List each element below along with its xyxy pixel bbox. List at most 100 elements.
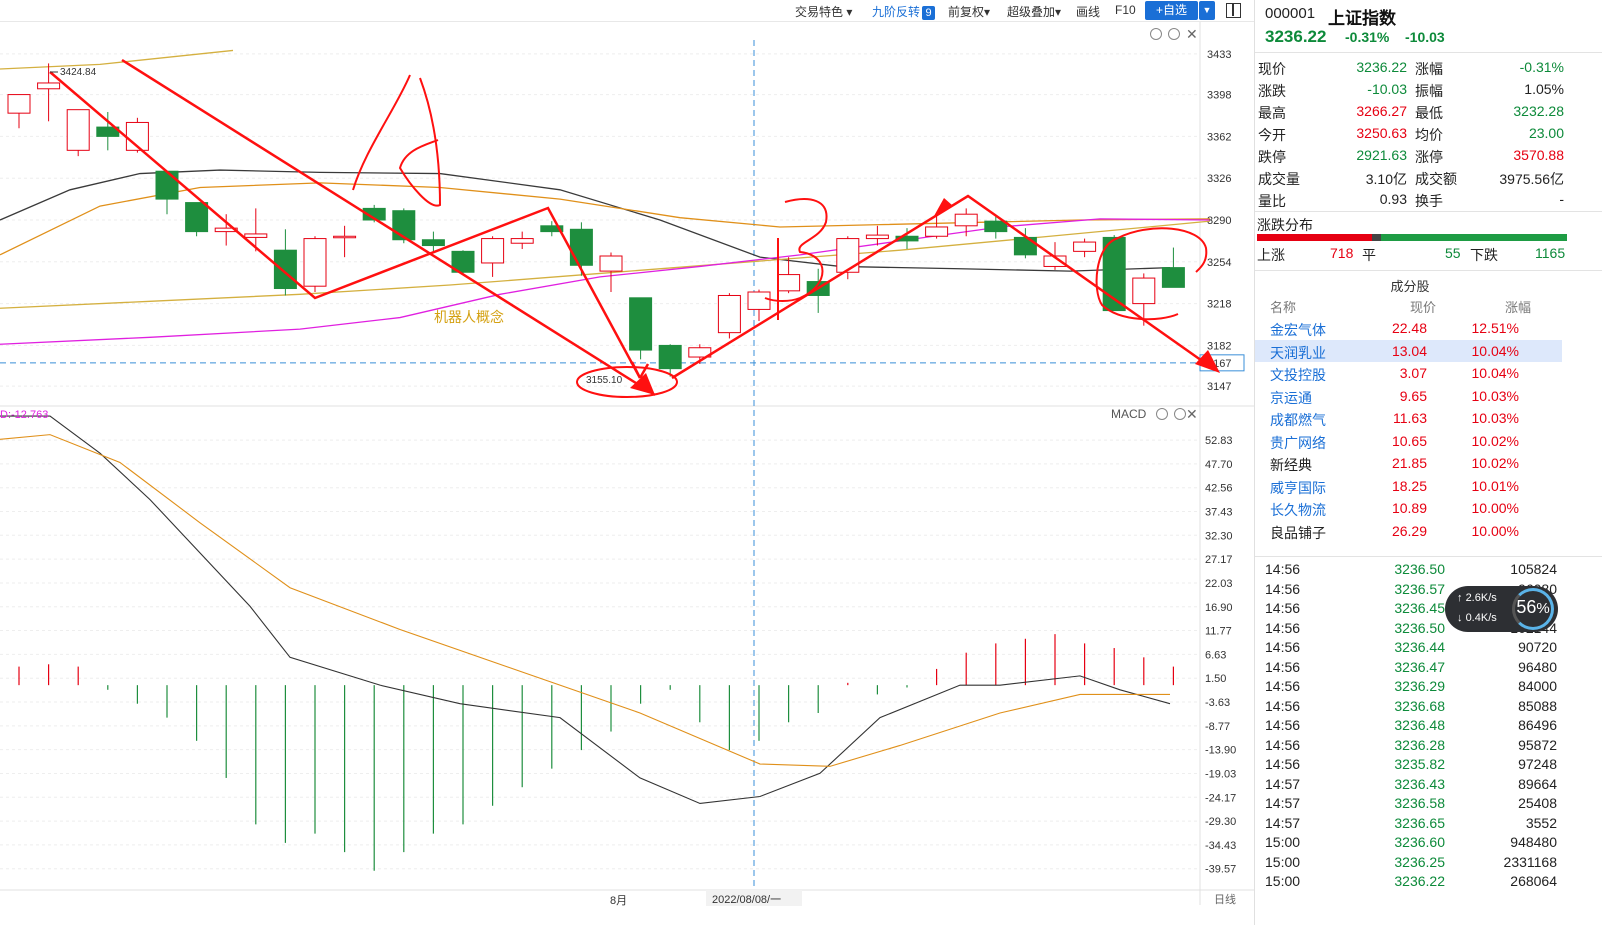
tick-price: 3236.60	[1394, 834, 1445, 850]
constituent-pct: 10.00%	[1471, 522, 1519, 539]
divider	[1255, 211, 1602, 212]
constituent-name: 威亨国际	[1270, 479, 1326, 496]
tick-row: 14:56 3236.29 84000	[1255, 677, 1565, 696]
constituent-row[interactable]: 长久物流 10.89 10.00%	[1255, 497, 1562, 519]
tick-volume: 86496	[1518, 717, 1557, 733]
macd-dif-line	[0, 415, 1171, 805]
constituent-row[interactable]: 新经典 21.85 10.02%	[1255, 452, 1562, 474]
macd-tick-label: 52.83	[1205, 435, 1233, 447]
low-label: 3155.10	[586, 375, 623, 386]
candle-body	[37, 82, 61, 90]
tick-time: 15:00	[1265, 873, 1301, 889]
macd-tick-label: 42.56	[1205, 483, 1233, 495]
dist-title: 涨跌分布	[1257, 217, 1313, 233]
download-speed-value: 0.4K/s	[1465, 612, 1497, 624]
ma-line	[0, 49, 234, 70]
tick-time: 14:56	[1265, 639, 1301, 655]
stat-label: 均价	[1415, 127, 1443, 143]
up-count: 718	[1330, 245, 1354, 261]
tick-volume: 90720	[1518, 639, 1557, 655]
tick-price: 3236.50	[1394, 561, 1445, 577]
stat-label: 涨停	[1415, 149, 1443, 165]
stat-value: 23.00	[1528, 125, 1564, 141]
tick-volume: 84000	[1518, 678, 1557, 694]
macd-tick-label: 6.63	[1205, 649, 1226, 661]
candle-body	[836, 238, 860, 273]
constituent-price: 26.29	[1391, 522, 1427, 539]
constituent-price: 13.04	[1391, 342, 1427, 359]
constituent-row[interactable]: 贵广网络 10.65 10.02%	[1255, 430, 1562, 452]
constituent-name: 成都燃气	[1270, 412, 1326, 428]
tick-time: 15:00	[1265, 853, 1301, 870]
macd-tick-label: -29.30	[1205, 816, 1236, 828]
flat-label: 平	[1362, 247, 1376, 263]
tick-price: 3236.57	[1394, 580, 1445, 597]
stat-label: 跌停	[1258, 149, 1286, 165]
constituent-row[interactable]: 金宏气体 22.48 12.51%	[1255, 317, 1562, 339]
candle-body	[925, 226, 949, 237]
tick-volume: 2331168	[1503, 853, 1557, 870]
stat-value: 3250.63	[1356, 125, 1407, 141]
tick-time: 14:57	[1265, 795, 1301, 811]
constituent-row[interactable]: 京运通 9.65 10.03%	[1255, 385, 1562, 407]
axes: 3433 3398 3362 3326 3290 3254 3218 3182 3147 52.8…	[610, 49, 1245, 907]
tick-price: 3236.29	[1394, 678, 1445, 694]
constituent-row[interactable]: 文投控股 3.07 10.04%	[1255, 362, 1562, 384]
stat-value: 3.10亿	[1365, 171, 1407, 187]
stat-label: 换手	[1415, 193, 1443, 209]
settings-icon	[1174, 408, 1186, 420]
kline-chart[interactable]: 3433 3398 3362 3326 3290 3254 3218 3182 3147 52.8…	[0, 0, 1254, 925]
col-pct[interactable]: 涨幅	[1505, 297, 1531, 316]
price-tick-label: 3218	[1207, 299, 1231, 311]
candle-body	[66, 109, 90, 151]
constituent-row[interactable]: 良品铺子 26.29 10.00%	[1255, 520, 1562, 542]
col-price[interactable]: 现价	[1410, 297, 1436, 316]
period-label: 日线	[1214, 892, 1236, 906]
down-segment	[1380, 234, 1567, 241]
tick-price: 3236.58	[1394, 795, 1445, 811]
tick-price: 3236.45	[1394, 600, 1445, 616]
tick-row: 15:00 3236.22 268064	[1255, 872, 1565, 891]
network-speed-widget[interactable]: ↑ 2.6K/s ↓ 0.4K/s 56%	[1445, 586, 1558, 632]
tick-time: 14:56	[1265, 561, 1301, 577]
change-value: -10.03	[1405, 29, 1445, 45]
tick-price: 3236.43	[1394, 775, 1445, 792]
stat-value: 0.93	[1379, 191, 1407, 207]
constituent-name: 长久物流	[1270, 502, 1326, 518]
macd-tick-label: 11.77	[1205, 626, 1232, 638]
tick-price: 3236.48	[1394, 717, 1445, 733]
constituent-row[interactable]: 威亨国际 18.25 10.01%	[1255, 475, 1562, 497]
constituent-price: 11.63	[1393, 410, 1427, 426]
constituent-pct: 10.04%	[1471, 342, 1519, 359]
tick-volume: 25408	[1518, 795, 1557, 811]
tick-volume: 89664	[1518, 775, 1557, 792]
candle-body	[392, 210, 416, 241]
stat-label: 成交额	[1415, 171, 1457, 187]
candle-body	[303, 238, 327, 287]
month-label: 8月	[610, 895, 627, 907]
tick-price: 3236.44	[1394, 639, 1445, 655]
candle-body	[658, 344, 682, 370]
candle-body	[954, 213, 978, 227]
upload-speed-value: 2.6K/s	[1465, 592, 1497, 604]
stat-value: 3570.88	[1513, 147, 1564, 163]
macd-tick-label: -13.90	[1205, 745, 1236, 757]
settings-icon	[1150, 28, 1162, 40]
col-name[interactable]: 名称	[1270, 297, 1296, 316]
candle-body	[865, 234, 889, 240]
constituent-row[interactable]: 天润乳业 13.04 10.04%	[1255, 339, 1562, 362]
constituent-price: 3.07	[1399, 365, 1427, 381]
constituent-pct: 10.03%	[1471, 387, 1519, 404]
constituent-name: 京运通	[1270, 389, 1312, 406]
stat-label: 现价	[1258, 61, 1286, 77]
constituent-row[interactable]: 成都燃气 11.63 10.03%	[1255, 407, 1562, 429]
flat-segment	[1371, 234, 1381, 241]
tick-volume: 3552	[1525, 814, 1557, 831]
macd-tick-label: -24.17	[1205, 792, 1236, 804]
candle-body	[569, 228, 593, 266]
candle-body	[747, 291, 771, 310]
macd-tick-label: 32.30	[1205, 530, 1233, 542]
divider	[1255, 52, 1602, 53]
price-tick-label: 3147	[1207, 381, 1231, 393]
tick-time: 14:56	[1265, 619, 1301, 636]
